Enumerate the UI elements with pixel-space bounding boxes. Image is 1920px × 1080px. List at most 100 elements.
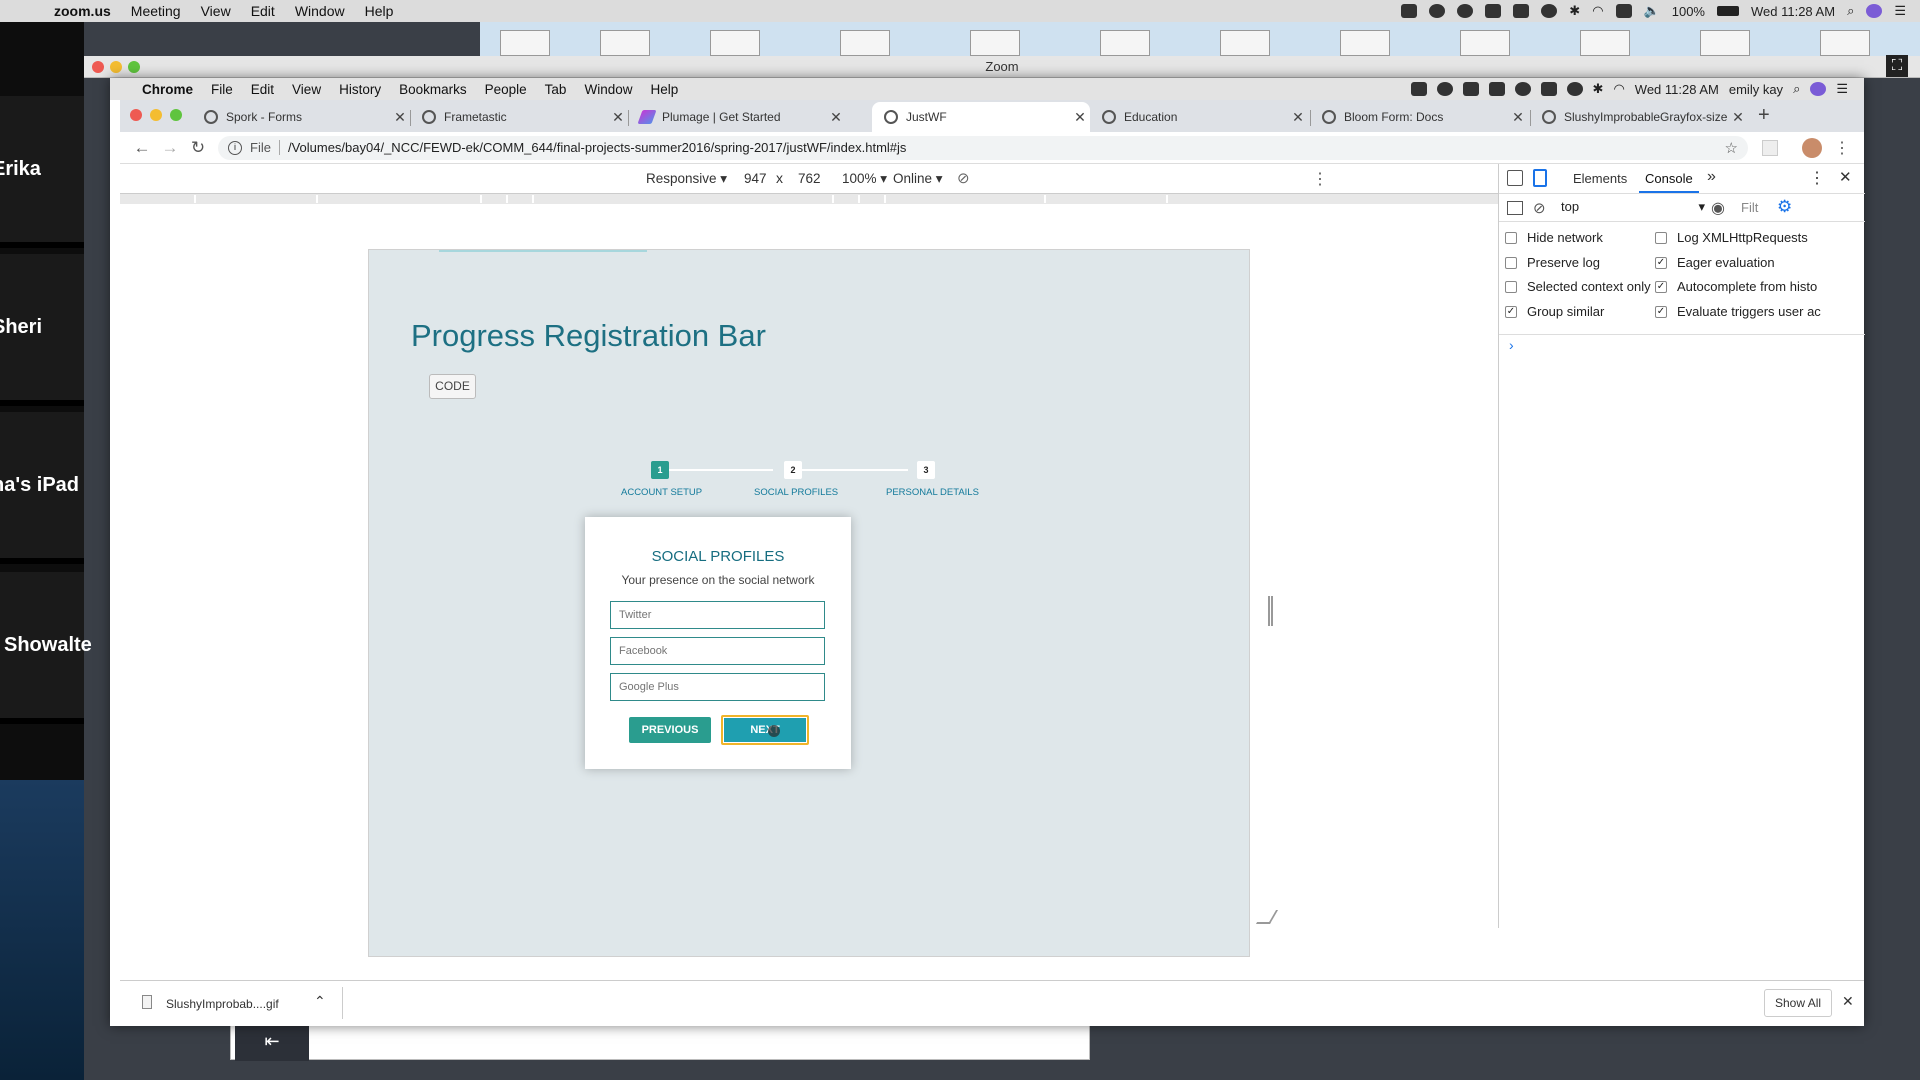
context-select[interactable]: top ▾ — [1561, 199, 1705, 214]
minimize-window-button[interactable] — [150, 109, 162, 121]
close-window-button[interactable] — [130, 109, 142, 121]
option-eager-evaluation[interactable]: ✓ Eager evaluation — [1655, 255, 1775, 270]
browser-tab[interactable]: SlushyImprobableGrayfox-size ✕ — [1530, 102, 1748, 132]
media-query-segment[interactable] — [120, 195, 196, 203]
menu-app-zoom[interactable]: zoom.us — [54, 3, 111, 19]
menu-view[interactable]: View — [201, 3, 231, 19]
code-button[interactable]: CODE — [429, 374, 476, 399]
google-plus-input[interactable] — [610, 673, 825, 701]
network-throttle-select[interactable]: Online ▾ — [893, 171, 943, 187]
checkbox[interactable] — [1505, 231, 1517, 244]
bookmark-star-icon[interactable]: ☆ — [1725, 139, 1738, 157]
inspect-element-icon[interactable] — [1507, 170, 1523, 186]
user-name[interactable]: emily kay — [1729, 82, 1783, 97]
close-tab-icon[interactable]: ✕ — [826, 109, 846, 126]
dock-thumbnail[interactable] — [1220, 30, 1270, 56]
media-query-segment[interactable] — [860, 195, 886, 203]
menu-window[interactable]: Window — [295, 3, 345, 19]
twitter-input[interactable] — [610, 601, 825, 629]
download-filename[interactable]: SlushyImprobab....gif — [166, 997, 279, 1011]
creative-cloud-icon[interactable] — [1457, 4, 1474, 18]
info-icon[interactable]: i — [228, 140, 242, 155]
rotate-icon[interactable]: ⊘ — [957, 169, 970, 187]
time-machine-icon[interactable] — [1541, 4, 1558, 18]
checkbox-checked[interactable]: ✓ — [1655, 305, 1667, 318]
time-machine-icon[interactable] — [1566, 82, 1583, 96]
participant-tile[interactable]: Showalte — [0, 572, 92, 724]
previous-button[interactable]: PREVIOUS — [629, 717, 711, 743]
close-window-button[interactable] — [92, 61, 104, 73]
fullscreen-icon[interactable]: ⛶ — [1886, 55, 1908, 77]
reload-icon[interactable]: ↻ — [184, 138, 212, 158]
close-devtools-icon[interactable]: ✕ — [1839, 168, 1852, 186]
volume-icon[interactable]: 🔈 — [1644, 3, 1660, 19]
dock-thumbnail[interactable] — [1700, 30, 1750, 56]
stack-icon[interactable] — [1462, 82, 1479, 96]
menu-bookmarks[interactable]: Bookmarks — [399, 82, 467, 97]
checkbox[interactable] — [1505, 256, 1517, 269]
extension-icon[interactable] — [1762, 139, 1778, 156]
spotlight-icon[interactable]: ⌕ — [1847, 3, 1854, 19]
menubar-clock[interactable]: Wed 11:28 AM — [1751, 4, 1835, 19]
battery-icon[interactable] — [1716, 6, 1739, 16]
devtools-menu-icon[interactable]: ⋮ — [1809, 168, 1825, 188]
menu-extra-icon[interactable] — [1514, 82, 1531, 96]
facebook-input[interactable] — [610, 637, 825, 665]
option-hide-network[interactable]: Hide network — [1505, 230, 1603, 245]
close-tab-icon[interactable]: ✕ — [1288, 109, 1308, 126]
option-preserve-log[interactable]: Preserve log — [1505, 255, 1600, 270]
airplay-icon[interactable] — [1540, 82, 1557, 96]
media-query-segment[interactable] — [534, 195, 834, 203]
close-download-bar-icon[interactable]: ✕ — [1842, 993, 1854, 1010]
option-selected-context[interactable]: Selected context only — [1505, 279, 1651, 294]
close-tab-icon[interactable]: ✕ — [1070, 109, 1090, 126]
browser-tab[interactable]: Education ✕ — [1090, 102, 1308, 132]
chat-icon[interactable] — [1429, 4, 1446, 18]
clear-console-icon[interactable]: ⊘ — [1533, 199, 1546, 217]
status-icon[interactable] — [1410, 82, 1427, 96]
participant-tile[interactable]: Sheri — [0, 254, 84, 406]
siri-icon[interactable] — [1866, 4, 1883, 18]
menu-view[interactable]: View — [292, 82, 321, 97]
show-all-button[interactable]: Show All — [1764, 989, 1833, 1017]
participant-tile[interactable]: Erika — [0, 96, 84, 248]
browser-tab[interactable]: Frametastic ✕ — [410, 102, 628, 132]
menu-app-chrome[interactable]: Chrome — [142, 82, 193, 97]
back-icon[interactable]: ← — [128, 138, 156, 158]
dock-thumbnail[interactable] — [710, 30, 760, 56]
address-bar[interactable]: i File /Volumes/bay04/_NCC/FEWD-ek/COMM_… — [218, 135, 1748, 160]
close-tab-icon[interactable]: ✕ — [1728, 109, 1748, 126]
menu-help[interactable]: Help — [365, 3, 394, 19]
wifi-icon[interactable]: ◠ — [1613, 81, 1624, 97]
dock-thumbnail[interactable] — [1580, 30, 1630, 56]
dock-thumbnail[interactable] — [970, 30, 1020, 56]
media-query-segment[interactable] — [318, 195, 482, 203]
zoom-select[interactable]: 100% ▾ — [842, 171, 887, 187]
media-query-segment[interactable] — [482, 195, 508, 203]
browser-tab[interactable]: Plumage | Get Started ✕ — [628, 102, 846, 132]
media-query-segment[interactable] — [1046, 195, 1168, 203]
device-mode-select[interactable]: Responsive ▾ — [646, 171, 727, 187]
sidebar-toggle-icon[interactable] — [1507, 201, 1523, 215]
dock-thumbnail[interactable] — [1460, 30, 1510, 56]
menu-help[interactable]: Help — [650, 82, 678, 97]
viewport-width-input[interactable]: 947 — [744, 171, 767, 186]
zoom-window-button[interactable] — [128, 61, 140, 73]
menu-history[interactable]: History — [339, 82, 381, 97]
dock-thumbnail[interactable] — [1340, 30, 1390, 56]
bluetooth-icon[interactable]: ✱ — [1593, 81, 1604, 97]
zoom-window-button[interactable] — [170, 109, 182, 121]
wifi-icon[interactable]: ◠ — [1592, 3, 1603, 19]
minimize-window-button[interactable] — [110, 61, 122, 73]
participant-tile[interactable]: na's iPad — [0, 412, 84, 564]
tab-console[interactable]: Console — [1645, 171, 1693, 186]
forward-icon[interactable]: → — [156, 138, 184, 158]
media-query-segment[interactable] — [886, 195, 1046, 203]
chrome-menu-icon[interactable]: ⋮ — [1834, 138, 1850, 158]
tab-elements[interactable]: Elements — [1573, 171, 1627, 186]
dock-thumbnail[interactable] — [840, 30, 890, 56]
device-more-icon[interactable]: ⋮ — [1312, 169, 1328, 189]
next-button[interactable]: NEXT — [721, 715, 809, 745]
close-tab-icon[interactable]: ✕ — [390, 109, 410, 126]
console-prompt[interactable]: › — [1509, 337, 1514, 353]
